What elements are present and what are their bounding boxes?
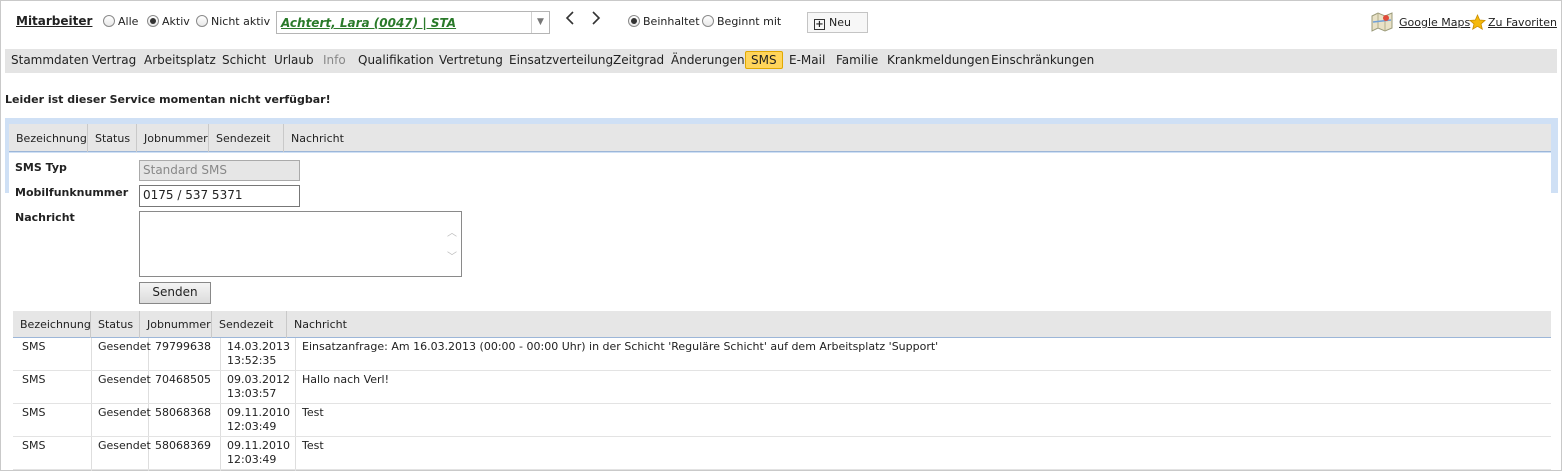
- message-scrollbar[interactable]: ︿ ﹀: [444, 212, 461, 276]
- favorites-link[interactable]: Zu Favoriten: [1488, 16, 1557, 29]
- filter-inactive-option[interactable]: Nicht aktiv: [196, 15, 270, 28]
- tab-krankmeldungen[interactable]: Krankmeldungen: [887, 53, 990, 67]
- message-textarea[interactable]: ︿ ﹀: [139, 211, 462, 277]
- tab-schicht[interactable]: Schicht: [222, 53, 266, 67]
- chevron-down-icon[interactable]: ▼: [531, 12, 549, 33]
- search-mode-contains-option[interactable]: Beinhaltet: [628, 15, 700, 28]
- panel-header-sendezeit[interactable]: Sendezeit: [209, 124, 284, 152]
- table-header-sendezeit[interactable]: Sendezeit: [212, 311, 287, 338]
- plus-icon: +: [814, 19, 825, 30]
- tab-einsatzverteilung[interactable]: Einsatzverteilung: [509, 53, 613, 67]
- scroll-down-icon[interactable]: ﹀: [447, 248, 457, 263]
- mobile-number-input[interactable]: 0175 / 537 5371: [139, 185, 300, 207]
- table-row[interactable]: SMS Gesendet 70468505 09.03.2012 13:03:5…: [13, 371, 1551, 404]
- search-mode-contains-radio[interactable]: [628, 15, 640, 27]
- map-icon[interactable]: [1370, 10, 1394, 32]
- row-jobnummer: 58068368: [155, 406, 211, 419]
- filter-inactive-radio[interactable]: [196, 15, 208, 27]
- row-date: 09.11.2010: [227, 439, 290, 452]
- panel-header-nachricht[interactable]: Nachricht: [284, 124, 344, 152]
- tab-stammdaten[interactable]: Stammdaten: [11, 53, 89, 67]
- google-maps-link[interactable]: Google Maps: [1399, 16, 1470, 29]
- filter-active-label: Aktiv: [162, 15, 190, 28]
- row-date: 09.03.2012: [227, 373, 290, 386]
- previous-arrow-icon[interactable]: [564, 10, 576, 31]
- table-row[interactable]: SMS Gesendet 79799638 14.03.2013 13:52:3…: [13, 338, 1551, 371]
- row-nachricht: Hallo nach Verl!: [302, 373, 390, 386]
- search-mode-startswith-label: Beginnt mit: [717, 15, 782, 28]
- panel-header-jobnummer[interactable]: Jobnummer: [137, 124, 209, 152]
- row-time: 13:03:57: [227, 387, 277, 400]
- sms-table-header: Bezeichnung Status Jobnummer Sendezeit N…: [13, 311, 1551, 338]
- tab-familie[interactable]: Familie: [836, 53, 878, 67]
- new-button-label: Neu: [829, 16, 851, 29]
- mobile-number-label: Mobilfunknummer: [15, 186, 129, 199]
- row-date: 14.03.2013: [227, 340, 290, 353]
- panel-header-row: Bezeichnung Status Jobnummer Sendezeit N…: [9, 124, 1551, 152]
- new-button[interactable]: + Neu: [807, 12, 868, 33]
- table-header-jobnummer[interactable]: Jobnummer: [140, 311, 212, 338]
- tab-arbeitsplatz[interactable]: Arbeitsplatz: [144, 53, 216, 67]
- search-mode-startswith-option[interactable]: Beginnt mit: [702, 15, 781, 28]
- row-status: Gesendet: [98, 340, 151, 353]
- search-mode-contains-label: Beinhaltet: [643, 15, 700, 28]
- tab-aenderungen[interactable]: Änderungen: [671, 53, 745, 67]
- row-jobnummer: 70468505: [155, 373, 211, 386]
- row-status: Gesendet: [98, 373, 151, 386]
- tab-bar: Stammdaten Vertrag Arbeitsplatz Schicht …: [5, 49, 1557, 73]
- filter-all-label: Alle: [118, 15, 139, 28]
- row-bezeichnung: SMS: [22, 439, 46, 452]
- row-jobnummer: 58068369: [155, 439, 211, 452]
- employee-select-value: Achtert, Lara (0047) | STA: [281, 16, 457, 30]
- row-time: 12:03:49: [227, 420, 277, 433]
- tab-einschraenkungen[interactable]: Einschränkungen: [991, 53, 1094, 67]
- table-header-bezeichnung[interactable]: Bezeichnung: [13, 311, 91, 338]
- search-mode-startswith-radio[interactable]: [702, 15, 714, 27]
- star-icon[interactable]: [1469, 14, 1486, 31]
- panel-header-status[interactable]: Status: [88, 124, 137, 152]
- filter-inactive-label: Nicht aktiv: [211, 15, 271, 28]
- tab-info: Info: [323, 53, 346, 67]
- row-time: 13:52:35: [227, 354, 277, 367]
- tab-sms[interactable]: SMS: [745, 51, 783, 69]
- tab-zeitgrad[interactable]: Zeitgrad: [613, 53, 664, 67]
- row-status: Gesendet: [98, 406, 151, 419]
- table-header-nachricht[interactable]: Nachricht: [287, 311, 347, 338]
- filter-active-radio[interactable]: [147, 15, 159, 27]
- scroll-up-icon[interactable]: ︿: [447, 224, 457, 239]
- tab-vertrag[interactable]: Vertrag: [92, 53, 136, 67]
- sms-form: SMS Typ Standard SMS Mobilfunknummer 017…: [9, 153, 1551, 308]
- page-title[interactable]: Mitarbeiter: [16, 14, 92, 28]
- filter-all-radio[interactable]: [103, 15, 115, 27]
- row-bezeichnung: SMS: [22, 406, 46, 419]
- next-arrow-icon[interactable]: [590, 10, 602, 31]
- tab-vertretung[interactable]: Vertretung: [439, 53, 503, 67]
- row-nachricht: Einsatzanfrage: Am 16.03.2013 (00:00 - 0…: [302, 340, 939, 353]
- filter-all-option[interactable]: Alle: [103, 15, 138, 28]
- sms-type-field: Standard SMS: [139, 160, 300, 181]
- row-nachricht: Test: [302, 406, 324, 419]
- tab-qualifikation[interactable]: Qualifikation: [358, 53, 434, 67]
- row-status: Gesendet: [98, 439, 151, 452]
- message-label: Nachricht: [15, 211, 75, 224]
- panel-header-bezeichnung[interactable]: Bezeichnung: [9, 124, 88, 152]
- row-bezeichnung: SMS: [22, 340, 46, 353]
- tab-email[interactable]: E-Mail: [789, 53, 825, 67]
- table-header-status[interactable]: Status: [91, 311, 140, 338]
- send-button[interactable]: Senden: [139, 282, 211, 304]
- top-toolbar: Mitarbeiter Alle Aktiv Nicht aktiv Achte…: [0, 0, 1562, 46]
- row-bezeichnung: SMS: [22, 373, 46, 386]
- employee-select[interactable]: Achtert, Lara (0047) | STA ▼: [276, 11, 550, 34]
- service-unavailable-notice: Leider ist dieser Service momentan nicht…: [5, 93, 331, 106]
- table-row[interactable]: SMS Gesendet 58068368 09.11.2010 12:03:4…: [13, 404, 1551, 437]
- sms-type-label: SMS Typ: [15, 161, 67, 174]
- tab-urlaub[interactable]: Urlaub: [274, 53, 314, 67]
- row-nachricht: Test: [302, 439, 324, 452]
- row-jobnummer: 79799638: [155, 340, 211, 353]
- row-date: 09.11.2010: [227, 406, 290, 419]
- table-row[interactable]: SMS Gesendet 58068369 09.11.2010 12:03:4…: [13, 437, 1551, 470]
- row-time: 12:03:49: [227, 453, 277, 466]
- filter-active-option[interactable]: Aktiv: [147, 15, 190, 28]
